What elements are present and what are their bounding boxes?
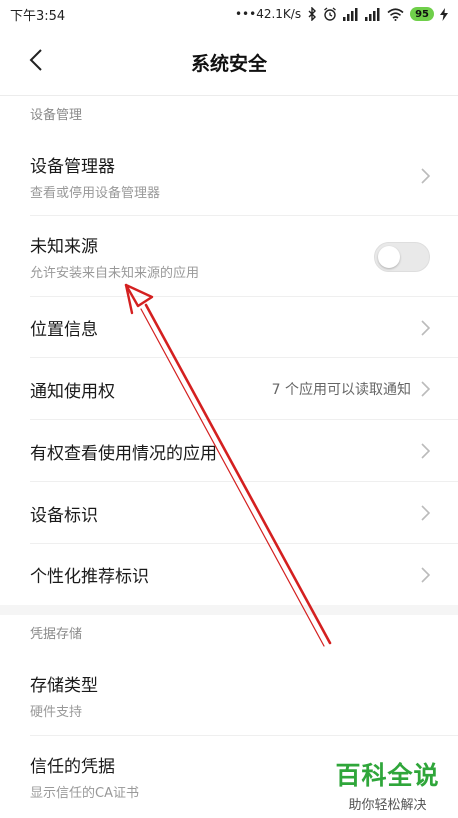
- title-bar: 系统安全: [0, 28, 458, 96]
- section-gap: [0, 605, 458, 615]
- charging-icon: [440, 7, 448, 21]
- unknown-sources-toggle[interactable]: [374, 241, 430, 272]
- row-right: 7 个应用可以读取通知: [272, 379, 430, 399]
- signal-icon: [343, 7, 359, 21]
- row-title: 设备管理器: [30, 156, 115, 177]
- row-subtitle: 允许安装来自未知来源的应用: [30, 266, 200, 281]
- row-subtitle: 查看或停用设备管理器: [30, 185, 161, 201]
- row-text: 信任的凭据 显示信任的CA证书: [30, 752, 139, 801]
- chevron-right-icon: [421, 381, 430, 397]
- row-text: 存储类型 硬件支持: [30, 671, 98, 720]
- network-speed: •••42.1K/s: [234, 7, 302, 21]
- row-notification-access[interactable]: 通知使用权 7 个应用可以读取通知: [0, 358, 458, 420]
- chevron-right-icon: [421, 566, 430, 583]
- battery-level: 95: [415, 8, 429, 20]
- battery-icon: 95: [410, 7, 434, 21]
- row-subtitle: 显示信任的CA证书: [30, 785, 139, 801]
- row-title: 位置信息: [30, 320, 98, 340]
- row-storage-type[interactable]: 存储类型 硬件支持: [0, 655, 458, 736]
- row-title: 存储类型: [30, 676, 98, 696]
- watermark: 百科全说 助你轻松解决: [330, 756, 445, 813]
- chevron-right-icon: [421, 443, 430, 459]
- row-title: 设备标识: [30, 505, 98, 526]
- page-title: 系统安全: [190, 52, 267, 75]
- watermark-title: 百科全说: [335, 761, 440, 790]
- row-text: 未知来源 允许安装来自未知来源的应用: [30, 232, 199, 281]
- row-value: 7 个应用可以读取通知: [271, 382, 411, 398]
- toggle-knob: [378, 245, 400, 268]
- alarm-icon: [323, 7, 337, 21]
- row-location[interactable]: 位置信息: [0, 297, 458, 358]
- row-device-identifier[interactable]: 设备标识: [0, 482, 458, 544]
- row-personalized-recommendation[interactable]: 个性化推荐标识: [0, 544, 458, 605]
- watermark-subtitle: 助你轻松解决: [348, 798, 427, 813]
- row-title: 个性化推荐标识: [30, 567, 149, 587]
- chevron-right-icon: [421, 319, 430, 336]
- row-text: 设备管理器 查看或停用设备管理器: [30, 152, 160, 201]
- wifi-icon: [387, 7, 404, 21]
- row-unknown-sources[interactable]: 未知来源 允许安装来自未知来源的应用: [0, 216, 458, 297]
- row-title: 未知来源: [30, 237, 98, 257]
- chevron-right-icon: [421, 505, 430, 521]
- section-header-device-management: 设备管理: [30, 108, 83, 123]
- row-subtitle: 硬件支持: [30, 705, 83, 720]
- status-bar: 下午3:54 •••42.1K/s 95: [0, 0, 458, 28]
- row-title: 通知使用权: [30, 381, 115, 402]
- row-device-admin[interactable]: 设备管理器 查看或停用设备管理器: [0, 136, 458, 216]
- section-header-credential-storage: 凭据存储: [30, 627, 83, 642]
- chevron-right-icon: [421, 168, 430, 184]
- signal-icon: [365, 7, 381, 21]
- chevron-left-icon: [29, 49, 43, 75]
- bluetooth-icon: [307, 7, 317, 21]
- back-button[interactable]: [18, 44, 54, 80]
- row-title: 有权查看使用情况的应用: [30, 443, 217, 464]
- row-usage-access[interactable]: 有权查看使用情况的应用: [0, 420, 458, 482]
- status-time: 下午3:54: [10, 8, 66, 24]
- status-icons: •••42.1K/s 95: [235, 7, 448, 21]
- row-title: 信任的凭据: [30, 756, 115, 777]
